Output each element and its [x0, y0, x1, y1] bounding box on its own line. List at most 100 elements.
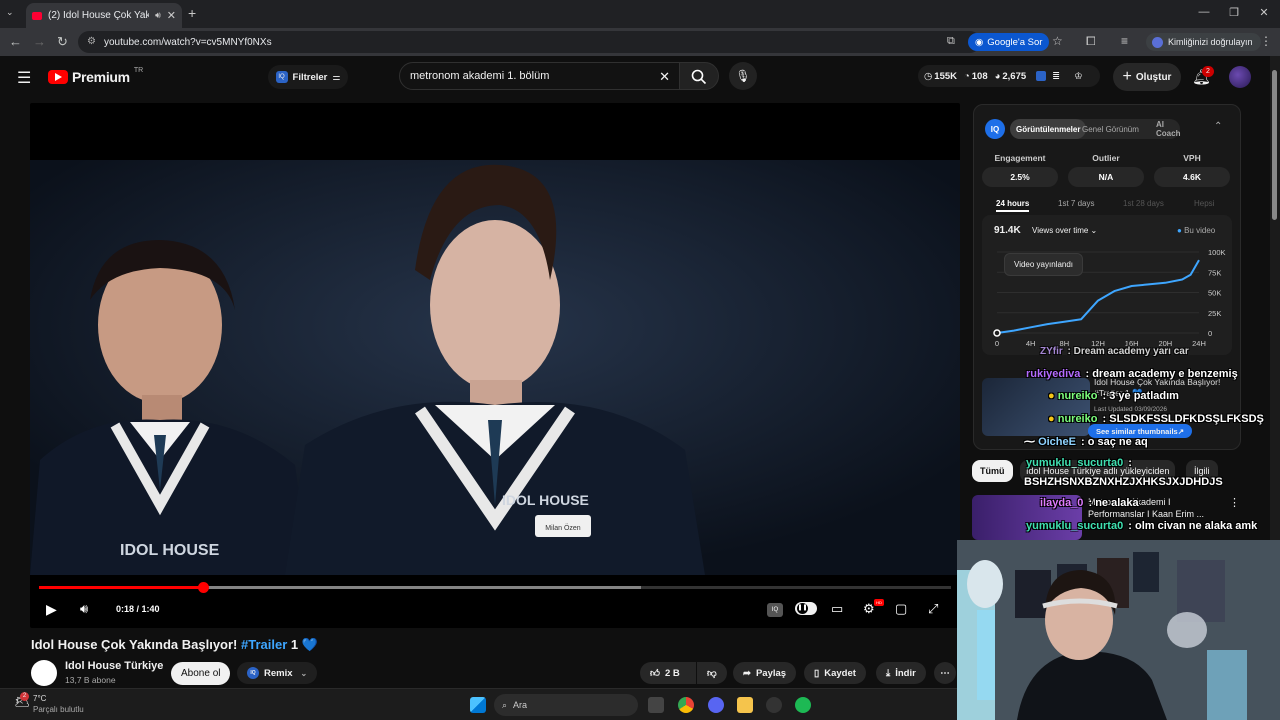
filters-button[interactable]: IQ Filtreler ⚌	[268, 65, 348, 89]
settings-gear-icon[interactable]: ⚙	[863, 601, 875, 617]
tab-views[interactable]: Görüntülenmeler	[1010, 119, 1087, 139]
scrollbar-thumb[interactable]	[1272, 70, 1277, 220]
chat-user: nureiko	[1057, 413, 1098, 425]
video-title-suffix: 1 💙	[290, 637, 318, 652]
window-close-icon[interactable]: ✕	[1254, 6, 1274, 19]
voice-search-button[interactable]: 🎙︎	[729, 62, 757, 90]
play-icon[interactable]: ▶	[46, 601, 57, 618]
autoplay-toggle[interactable]: ❚❚	[795, 602, 817, 615]
install-app-icon[interactable]: ⧉	[947, 35, 955, 48]
range-28-days[interactable]: 1st 28 days	[1123, 199, 1164, 208]
site-info-icon[interactable]: ⚙	[87, 36, 96, 47]
taskbar-search[interactable]: ⌕ Ara	[494, 694, 638, 716]
subscribe-button[interactable]: Abone ol	[171, 662, 231, 685]
url-field[interactable]: ⚙ youtube.com/watch?v=cv5MNYf0NXs	[78, 31, 981, 53]
forward-icon[interactable]: →	[33, 34, 46, 49]
y-tick-label: 25K	[1208, 309, 1221, 318]
chart-tooltip: Video yayınlandı	[1004, 253, 1084, 276]
back-icon[interactable]: ←	[9, 34, 22, 49]
browser-tab[interactable]: (2) Idol House Çok Yakında 🔊︎ ✕	[26, 3, 182, 28]
spotify-taskbar-icon[interactable]	[795, 697, 811, 713]
player-controls: ▶ 🔊︎ 0:18 / 1:40 IQ ❚❚ ▭ ⚙ HD ▢ ⤢	[30, 577, 960, 628]
list-icon[interactable]: ≣	[1052, 71, 1060, 82]
chrome-menu-icon[interactable]: ⋮	[1260, 34, 1272, 48]
minimize-icon[interactable]: —	[1194, 6, 1214, 18]
new-tab-icon[interactable]: +	[188, 5, 196, 21]
fullscreen-icon[interactable]: ⤢	[928, 601, 938, 617]
subtitles-icon[interactable]: ▭	[831, 601, 843, 617]
webcam-scene	[957, 540, 1280, 720]
dislike-button[interactable]: 👎︎	[697, 662, 727, 684]
file-explorer-icon[interactable]	[737, 697, 753, 713]
media-control-icon[interactable]: ≡	[1121, 34, 1128, 48]
create-button[interactable]: + Oluştur	[1113, 63, 1181, 91]
related-more-icon[interactable]: ⋮	[1229, 496, 1240, 509]
channel-avatar[interactable]	[31, 660, 57, 686]
page-scrollbar[interactable]	[1270, 56, 1280, 540]
video-player[interactable]: IDOL HOUSE Milan Özen IDOL HOUSE ▶ 🔊︎ 0:…	[30, 103, 960, 628]
similar-thumbnail[interactable]	[982, 378, 1090, 436]
extensions-icon[interactable]: ⧠	[1086, 34, 1096, 49]
search-value: metronom akademi 1. bölüm	[410, 70, 550, 82]
youtube-logo[interactable]: Premium TR	[48, 67, 143, 85]
reload-icon[interactable]: ↻	[57, 34, 68, 50]
download-button[interactable]: ⤓ İndir	[876, 662, 926, 684]
google-ask-button[interactable]: ◉ Google'a Sor	[968, 33, 1050, 51]
maximize-icon[interactable]: ❐	[1224, 6, 1244, 19]
obs-taskbar-icon[interactable]	[766, 697, 782, 713]
iq-player-icon[interactable]: IQ	[767, 603, 783, 617]
profile-button[interactable]: Kimliğinizi doğrulayın	[1146, 33, 1261, 51]
like-button[interactable]: 👍︎ 2 B	[640, 662, 696, 684]
volume-icon[interactable]: 🔊︎	[80, 601, 88, 617]
range-7-days[interactable]: 1st 7 days	[1058, 199, 1094, 208]
clear-search-icon[interactable]: ✕	[659, 69, 670, 85]
stat-views: 155K	[934, 70, 958, 82]
tab-search-icon[interactable]: ⌄	[6, 7, 14, 18]
remix-button[interactable]: IQ Remix ⌄	[237, 662, 318, 684]
chevron-down-icon: ⌄	[300, 668, 308, 678]
tab-overview[interactable]: Genel Görünüm	[1082, 119, 1139, 139]
chat-text: olm civan ne alaka amk	[1134, 520, 1258, 532]
bookmark-star-icon[interactable]: ☆	[1052, 34, 1063, 48]
range-24-hours[interactable]: 24 hours	[996, 199, 1030, 212]
uniform-text-left: IDOL HOUSE	[120, 542, 220, 559]
save-button[interactable]: ▯ Kaydet	[804, 662, 866, 684]
collapse-icon[interactable]: ⌃	[1214, 121, 1222, 132]
discord-taskbar-icon[interactable]	[708, 697, 724, 713]
tab-close-icon[interactable]: ✕	[167, 9, 176, 22]
time-display: 0:18 / 1:40	[116, 604, 160, 614]
speaker-icon[interactable]: 🔊︎	[155, 10, 161, 21]
search-input[interactable]: metronom akademi 1. bölüm ✕	[399, 62, 680, 90]
views-line-chart: 025K50K75K100K0 4H 8H 12H 16H 20H 24H	[993, 248, 1226, 348]
youtube-header: ☰ Premium TR IQ Filtreler ⚌ metronom aka…	[0, 56, 1270, 100]
range-all[interactable]: Hepsi	[1194, 199, 1214, 208]
chat-text: Dream academy yarı car	[1073, 346, 1189, 357]
chrome-taskbar-icon[interactable]	[678, 697, 694, 713]
chat-user: yumuklu_sucurta0	[1026, 457, 1124, 469]
iq-tabs: Görüntülenmeler Genel Görünüm AI Coach	[1010, 119, 1180, 139]
windows-start-icon[interactable]	[470, 697, 486, 713]
search-button[interactable]	[679, 62, 719, 90]
trophy-icon[interactable]: ♔	[1074, 71, 1083, 82]
download-label: İndir	[895, 667, 916, 679]
channel-name[interactable]: Idol House Türkiye	[65, 660, 163, 672]
chat-message: ⁓ OicheE : o saç ne aq	[1024, 436, 1148, 448]
scrubber-handle[interactable]	[198, 582, 210, 593]
tab-ai-coach[interactable]: AI Coach	[1156, 119, 1180, 139]
hamburger-menu-icon[interactable]: ☰	[17, 68, 31, 88]
share-icon: ➦	[743, 667, 751, 679]
chat-text: dream academy e benzemiş	[1092, 368, 1238, 380]
stat-comments: 108	[971, 70, 988, 82]
chat-text: o saç ne aq	[1087, 436, 1148, 448]
more-actions-icon[interactable]: ⋯	[934, 662, 956, 684]
progress-bar[interactable]	[39, 582, 951, 593]
account-avatar[interactable]	[1229, 66, 1251, 88]
iq-mini-icon[interactable]	[1036, 71, 1047, 81]
video-title-hashtag[interactable]: #Trailer	[241, 637, 287, 652]
theater-mode-icon[interactable]: ▢	[895, 601, 907, 617]
y-tick-label: 50K	[1208, 289, 1221, 298]
task-view-icon[interactable]	[648, 697, 664, 713]
share-button[interactable]: ➦ Paylaş	[733, 662, 797, 684]
iq-remix-icon: IQ	[247, 667, 259, 679]
chip-all[interactable]: Tümü	[972, 460, 1013, 482]
